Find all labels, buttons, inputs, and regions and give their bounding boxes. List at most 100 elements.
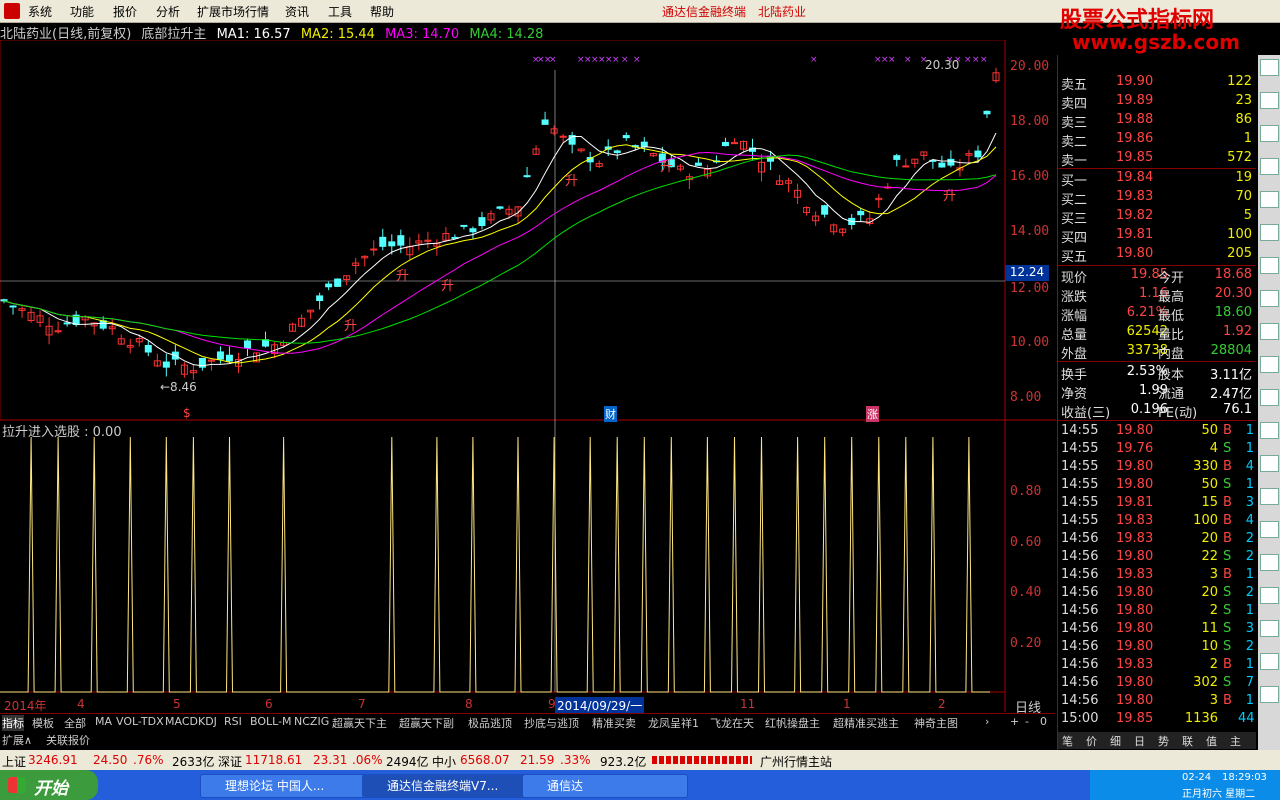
sh-amount: 2633亿 xyxy=(172,755,215,769)
start-button[interactable]: 开始 xyxy=(0,770,98,800)
toolbar-tool-icon[interactable] xyxy=(1260,224,1279,241)
zoom-out-icon[interactable]: - xyxy=(1025,715,1029,728)
quote-divider xyxy=(1058,265,1256,266)
quote-cell: 14:56 xyxy=(1061,693,1099,708)
quote-tab[interactable]: 主 xyxy=(1230,733,1241,749)
toolbar-tool-icon[interactable] xyxy=(1260,92,1279,109)
quote-cell: 净资 xyxy=(1061,387,1088,402)
quote-cell: 18.68 xyxy=(1214,267,1252,282)
tab-macd[interactable]: MACD xyxy=(165,715,198,728)
toolbar-tool-icon[interactable] xyxy=(1260,356,1279,373)
tab-cytx[interactable]: 超赢天下副 xyxy=(399,715,454,731)
quote-cell: B xyxy=(1223,657,1232,672)
toolbar-tool-icon[interactable] xyxy=(1260,59,1279,76)
task-forum[interactable]: 理想论坛 中国人... xyxy=(200,774,376,798)
toolbar-tool-icon[interactable] xyxy=(1260,422,1279,439)
quote-cell: 19.83 xyxy=(1116,531,1154,546)
tab-sqzt[interactable]: 神奇主图 xyxy=(914,715,958,731)
tab-ma[interactable]: MA xyxy=(95,715,112,728)
tab-rsi[interactable]: RSI xyxy=(224,715,242,728)
toolbar-tool-icon[interactable] xyxy=(1260,389,1279,406)
quote-cell: 19.80 xyxy=(1116,639,1154,654)
tab-boll[interactable]: BOLL-M xyxy=(250,715,292,728)
tabs-scroll-right-icon[interactable]: › xyxy=(985,715,989,728)
task-folder[interactable]: 通信达 xyxy=(522,774,688,798)
tab-hfcp[interactable]: 红帆操盘主 xyxy=(765,715,820,731)
quote-tab[interactable]: 细 xyxy=(1110,733,1121,749)
quote-tab[interactable]: 势 xyxy=(1158,733,1169,749)
toolbar-tool-icon[interactable] xyxy=(1260,257,1279,274)
quote-cell: 19.86 xyxy=(1116,131,1154,146)
toolbar-tool-icon[interactable] xyxy=(1260,620,1279,637)
candle-body xyxy=(947,158,955,166)
tab-cyzt[interactable]: 超赢天下主 xyxy=(332,715,387,731)
tab-cjzm[interactable]: 超精准买逃主 xyxy=(833,715,899,731)
menu-help[interactable]: 帮助 xyxy=(370,3,394,20)
menu-tools[interactable]: 工具 xyxy=(328,3,352,20)
toolbar-tool-icon[interactable] xyxy=(1260,125,1279,142)
candle-body xyxy=(379,236,387,247)
quote-cell: 19.88 xyxy=(1116,112,1154,127)
tab-jzmm[interactable]: 精准买卖 xyxy=(592,715,636,731)
price-tick: 12.00 xyxy=(1010,281,1050,296)
menu-ext-market[interactable]: 扩展市场行情 xyxy=(197,3,269,20)
rise-marker[interactable]: 涨 xyxy=(866,406,879,422)
task-tdx[interactable]: 通达信金融终端V7... xyxy=(362,774,528,798)
menu-quote[interactable]: 报价 xyxy=(113,3,137,20)
menu-function[interactable]: 功能 xyxy=(70,3,94,20)
quote-cell: 涨幅 xyxy=(1061,309,1088,324)
system-tray: 02-24 18:29:03 正月初六 星期二 xyxy=(1090,770,1280,800)
menu-analysis[interactable]: 分析 xyxy=(156,3,180,20)
reset-icon[interactable]: 0 xyxy=(1040,715,1047,728)
indicator-tabs: 指标 模板 全部 MA VOL-TDX MACD KDJ RSI BOLL-M … xyxy=(0,713,1055,732)
quote-cell: 1 xyxy=(1245,693,1254,708)
tab-related-quote[interactable]: 关联报价 xyxy=(46,732,90,748)
quote-tab[interactable]: 值 xyxy=(1206,733,1217,749)
quote-cell: 卖四 xyxy=(1061,97,1088,112)
toolbar-tool-icon[interactable] xyxy=(1260,323,1279,340)
zx-change: 21.59 xyxy=(520,753,555,767)
date-label: 4 xyxy=(77,697,85,711)
quote-tab[interactable]: 日 xyxy=(1134,733,1145,749)
menu-system[interactable]: 系统 xyxy=(28,3,52,20)
toolbar-tool-icon[interactable] xyxy=(1260,554,1279,571)
date-label: 7 xyxy=(358,697,366,711)
toolbar-tool-icon[interactable] xyxy=(1260,521,1279,538)
tab-vol[interactable]: VOL-TDX xyxy=(116,715,164,728)
tab-cdyt[interactable]: 抄底与逃顶 xyxy=(524,715,579,731)
quote-cell: 19.89 xyxy=(1116,93,1154,108)
toolbar-tool-icon[interactable] xyxy=(1260,587,1279,604)
toolbar-tool-icon[interactable] xyxy=(1260,488,1279,505)
kline-chart[interactable]: ×× ×× × × × × × × × × × × × × × × × × × × × xyxy=(0,40,1056,712)
quote-cell: 7 xyxy=(1245,675,1254,690)
tab-lfcx[interactable]: 龙凤呈祥1 xyxy=(648,715,699,731)
tab-jpdt[interactable]: 极品逃顶 xyxy=(468,715,512,731)
toolbar-tool-icon[interactable] xyxy=(1260,455,1279,472)
toolbar-tool-icon[interactable] xyxy=(1260,158,1279,175)
candle-body xyxy=(243,340,251,349)
zoom-in-icon[interactable]: + xyxy=(1010,715,1019,728)
tab-indicator[interactable]: 指标 xyxy=(2,715,24,731)
tab-nczig[interactable]: NCZIG xyxy=(294,715,329,728)
toolbar-tool-icon[interactable] xyxy=(1260,653,1279,670)
menu-news[interactable]: 资讯 xyxy=(285,3,309,20)
quote-tab[interactable]: 笔 xyxy=(1062,733,1073,749)
tab-expand[interactable]: 扩展∧ xyxy=(2,732,32,748)
toolbar-tool-icon[interactable] xyxy=(1260,686,1279,703)
tab-kdj[interactable]: KDJ xyxy=(198,715,217,728)
toolbar-tool-icon[interactable] xyxy=(1260,191,1279,208)
quote-tab[interactable]: 价 xyxy=(1086,733,1097,749)
candle-body xyxy=(316,295,324,302)
quote-cell: 5 xyxy=(1243,208,1252,223)
tab-flzt[interactable]: 飞龙在天 xyxy=(710,715,754,731)
server-name[interactable]: 广州行情主站 xyxy=(760,753,832,770)
quote-tab[interactable]: 联 xyxy=(1182,733,1193,749)
finance-marker[interactable]: 财 xyxy=(604,406,617,422)
candle-body xyxy=(460,224,468,227)
tick-row: 14:55 19.80 330 B 4 xyxy=(1058,459,1256,477)
tab-all[interactable]: 全部 xyxy=(64,715,86,731)
tab-template[interactable]: 模板 xyxy=(32,715,54,731)
quote-cell: 11 xyxy=(1201,621,1218,636)
ma4-line xyxy=(3,154,997,344)
toolbar-tool-icon[interactable] xyxy=(1260,290,1279,307)
